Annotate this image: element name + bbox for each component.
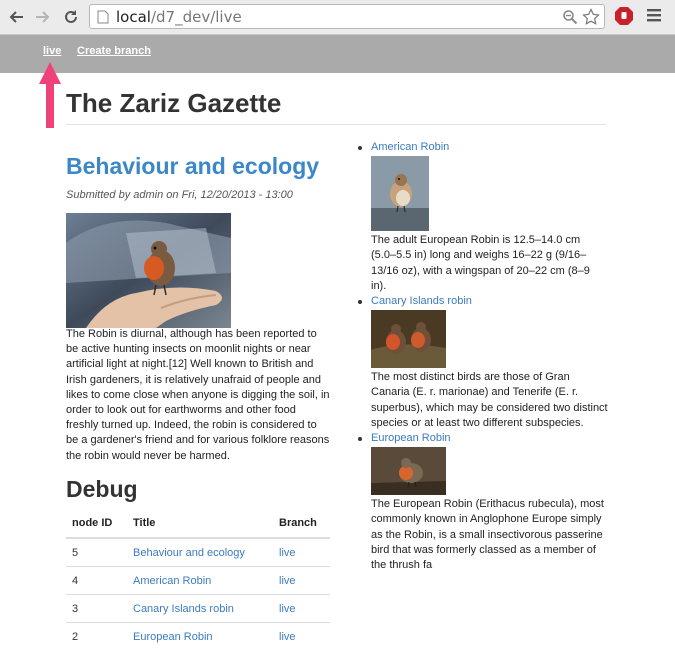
sidebar-item-link[interactable]: European Robin [371,431,608,446]
url-host: local [116,8,151,26]
address-bar[interactable]: local/d7_dev/live [89,4,605,29]
title-cell: Canary Islands robin [127,594,273,623]
adblock-extension-icon[interactable] [614,6,634,26]
sidebar-item-link[interactable]: Canary Islands robin [371,294,608,309]
node-title-link[interactable]: European Robin [133,631,213,643]
list-item: European Robin The European Robin (Erith… [358,431,608,573]
branch-cell: live [273,594,330,623]
toolbar-link-create-branch[interactable]: Create branch [77,45,151,57]
sidebar-item-text: The adult European Robin is 12.5–14.0 cm… [371,234,590,292]
title-cell: Behaviour and ecology [127,537,273,567]
reload-button[interactable] [61,7,81,27]
url-text: local/d7_dev/live [116,8,242,26]
table-row: 2 European Robin live [66,622,330,650]
browser-chrome: local/d7_dev/live [0,0,675,35]
title-cell: American Robin [127,566,273,595]
sidebar-item-link[interactable]: American Robin [371,140,608,155]
node-title-link[interactable]: Canary Islands robin [133,603,234,615]
column-header: Title [127,509,273,539]
title-cell: European Robin [127,622,273,650]
branch-link[interactable]: live [279,603,296,615]
zoom-icon[interactable] [562,9,578,25]
canary-islands-robin-thumbnail[interactable] [371,310,446,369]
forward-button[interactable] [33,7,53,27]
european-robin-thumbnail[interactable] [371,447,446,496]
branch-link[interactable]: live [279,575,296,587]
page-icon [97,10,109,24]
robin-on-hand-image [66,213,231,328]
node-id-cell: 4 [66,566,127,595]
menu-icon[interactable] [647,9,661,23]
list-item: American Robin The adult European Robin … [358,140,608,294]
back-button[interactable] [6,7,26,27]
list-item: Canary Islands robin The most distinct b… [358,294,608,431]
branch-cell: live [273,622,330,650]
node-body: The Robin is diurnal, although has been … [66,328,330,462]
submitted-by: Submitted by admin on Fri, 12/20/2013 - … [66,189,293,201]
column-header: Branch [273,509,330,539]
table-row: 3 Canary Islands robin live [66,594,330,623]
node-title-link[interactable]: American Robin [133,575,211,587]
annotation-arrow-icon [39,62,61,128]
node-id-cell: 5 [66,537,127,567]
admin-toolbar: live Create branch [0,35,675,73]
toolbar-link-live[interactable]: live [43,45,61,57]
branch-cell: live [273,566,330,595]
table-header-row: node ID Title Branch [66,509,330,539]
sidebar-item-text: The European Robin (Erithacus rubecula),… [371,498,604,572]
table-row: 4 American Robin live [66,566,330,595]
node-title-link[interactable]: Behaviour and ecology [66,153,319,180]
reload-icon [65,10,77,23]
back-arrow-icon [9,11,23,23]
column-header: node ID [66,509,127,539]
debug-heading: Debug [66,476,138,502]
sidebar-node-list: American Robin The adult European Robin … [358,140,608,573]
url-path: /d7_dev/live [150,8,242,26]
branch-link[interactable]: live [279,631,296,643]
bullet-icon [358,300,362,305]
bullet-icon [358,146,362,150]
sidebar-item-text: The most distinct birds are those of Gra… [371,371,608,429]
branch-link[interactable]: live [279,547,296,559]
american-robin-thumbnail[interactable] [371,156,429,232]
bookmark-star-icon[interactable] [582,8,600,26]
site-title: The Zariz Gazette [66,88,282,118]
table-row: 5 Behaviour and ecology live [66,537,330,567]
title-divider [66,124,606,125]
node-id-cell: 3 [66,594,127,623]
forward-arrow-icon [36,11,50,23]
branch-cell: live [273,537,330,567]
node-id-cell: 2 [66,622,127,650]
debug-table: node ID Title Branch 5 Behaviour and eco… [66,509,330,650]
node-title-link[interactable]: Behaviour and ecology [133,547,245,559]
bullet-icon [358,437,362,442]
